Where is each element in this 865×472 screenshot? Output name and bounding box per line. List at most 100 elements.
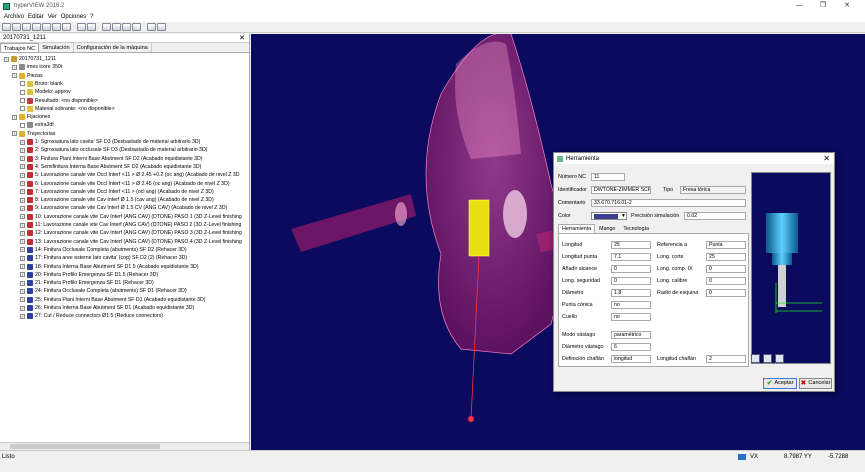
tree-item[interactable]: + imes icore 350i (12, 63, 62, 71)
menu-editar[interactable]: Editar (28, 14, 44, 20)
close-button[interactable]: ✕ (835, 0, 859, 12)
rotate-icon[interactable] (122, 23, 131, 31)
numero-nc-field[interactable]: 11 (591, 173, 625, 181)
tree-item[interactable]: Bruto: blank (20, 80, 63, 88)
long-calibre-field[interactable]: 0 (706, 277, 746, 285)
save-icon[interactable] (22, 23, 31, 31)
tree-item[interactable]: +27: Cut / Reduce connectors Ø1.5 (Reduc… (20, 312, 163, 320)
tree-item[interactable]: +2: Sgrossatura lato occlusale SF D3 (De… (20, 146, 207, 154)
panel-close-icon[interactable]: ✕ (239, 34, 245, 43)
undo-icon[interactable] (77, 23, 86, 31)
cuello-field[interactable]: no (611, 313, 651, 321)
expand-icon[interactable]: + (20, 197, 25, 203)
tipo-field[interactable]: Fresa tórica (680, 186, 746, 194)
precision-field[interactable]: 0.02 (684, 212, 746, 220)
tree-item[interactable]: Material sobrante: <no disponible> (20, 105, 115, 113)
tree-item[interactable]: +20: Finitura Profilo Emergenza SF D1.5 … (20, 271, 158, 279)
diametro-vastago-field[interactable]: 6 (611, 343, 651, 351)
view-icon[interactable] (102, 23, 111, 31)
tree-item[interactable]: +13: Lavorazione canale vite Cav Interf … (20, 238, 242, 246)
paste-icon[interactable] (62, 23, 71, 31)
expand-icon[interactable]: + (20, 172, 25, 178)
expand-icon[interactable]: + (12, 64, 17, 70)
expand-icon[interactable]: + (20, 147, 25, 153)
fit-icon[interactable] (132, 23, 141, 31)
expand-icon[interactable]: + (20, 264, 25, 269)
tree-item[interactable]: +20170731_1211 (4, 55, 56, 63)
expand-icon[interactable]: + (20, 288, 25, 294)
definicion-chaflan-field[interactable]: longitud (611, 355, 651, 363)
diametro-field[interactable]: 1.8 (611, 289, 651, 297)
expand-icon[interactable]: + (20, 222, 25, 228)
expand-icon[interactable]: + (20, 164, 25, 170)
cut-icon[interactable] (42, 23, 51, 31)
expand-icon[interactable]: + (20, 313, 25, 319)
tree-item[interactable]: +21: Finitura Profilo Emergenza SF D1 (R… (20, 279, 154, 287)
expand-icon[interactable]: + (20, 189, 25, 195)
tree-item[interactable]: +3: Finitura Piani Interni Base Abutment… (20, 155, 203, 163)
referencia-field[interactable]: Punta (706, 241, 746, 249)
tree-item[interactable]: +7: Lavorazione canale vite Occl Interf … (20, 188, 214, 196)
tab-trabajos-nc[interactable]: Trabajos NC (0, 43, 40, 52)
preview-help-icon[interactable] (751, 354, 760, 363)
expand-icon[interactable]: + (20, 247, 25, 253)
tree-item[interactable]: +26: Finitura Interna Base Abutment SF D… (20, 304, 194, 312)
expand-icon[interactable]: + (20, 255, 25, 261)
tree-item[interactable]: +24: Finitura Occlusale Completa (abutme… (20, 287, 187, 295)
longitud-chaflan-field[interactable]: 2 (706, 355, 746, 363)
accept-button[interactable]: ✔ Aceptar (763, 378, 797, 389)
expand-icon[interactable] (20, 89, 25, 95)
longitud-punta-field[interactable]: 7.1 (611, 253, 651, 261)
tree-item[interactable]: +11: Lavorazione canale vite Cav Interf … (20, 221, 241, 229)
expand-icon[interactable]: + (20, 305, 25, 311)
tree-item[interactable]: +18: Finitura Interna Base Abutment SF D… (20, 263, 199, 271)
tree-item[interactable]: +14: Finitura Occlusale Completa (abutme… (20, 246, 187, 254)
expand-icon[interactable]: + (20, 239, 25, 245)
expand-icon[interactable] (20, 98, 25, 103)
comentario-field[interactable]: 33.670.716.01-2 (591, 199, 746, 207)
preview-view-icon[interactable] (763, 354, 772, 363)
line-icon[interactable] (157, 23, 166, 31)
measure-icon[interactable] (147, 23, 156, 31)
long-seguridad-field[interactable]: 0 (611, 277, 651, 285)
tree-item[interactable]: + Trayectorias (12, 130, 55, 138)
tree-item[interactable]: Resultado: <no disponible> (20, 97, 98, 105)
menu-archivo[interactable]: Archivo (4, 14, 24, 20)
tree-item[interactable]: + Fijaciones (12, 113, 50, 121)
tab-simulacion[interactable]: Simulación (39, 43, 74, 52)
tree-item[interactable]: +6: Lavorazione canale vite Occl Interf … (20, 180, 230, 188)
tree-item[interactable]: + Piezas (12, 72, 43, 80)
tree-item[interactable]: +12: Lavorazione canale vite Cav Interf … (20, 229, 242, 237)
tab-tecnologia[interactable]: Tecnología (619, 224, 653, 233)
dialog-close-icon[interactable]: ✕ (823, 153, 830, 164)
expand-icon[interactable] (20, 106, 25, 112)
menu-help[interactable]: ? (90, 14, 93, 20)
modo-vastago-field[interactable]: paramétrico (611, 331, 651, 339)
tree-item[interactable]: +4: Semifinitura Interna Base Abutment S… (20, 163, 201, 171)
minimize-button[interactable]: — (787, 0, 811, 12)
radio-esquina-field[interactable]: 0 (706, 289, 746, 297)
horizontal-scrollbar[interactable] (0, 442, 249, 450)
expand-icon[interactable]: + (20, 156, 25, 162)
color-picker[interactable]: ▼ (591, 212, 627, 220)
menu-ver[interactable]: Ver (48, 14, 57, 20)
expand-icon[interactable]: + (20, 205, 25, 211)
longitud-field[interactable]: 25 (611, 241, 651, 249)
preview-zoom-icon[interactable] (775, 354, 784, 363)
menu-opciones[interactable]: Opciones (61, 14, 86, 20)
tree-item[interactable]: +1: Sgrossatura lato cavita' SF D3 (Desb… (20, 138, 200, 146)
expand-icon[interactable] (20, 81, 25, 87)
maximize-button[interactable]: ❐ (811, 0, 835, 12)
expand-icon[interactable]: + (20, 272, 25, 278)
expand-icon[interactable]: + (20, 297, 25, 303)
tree-item[interactable]: +9: Lavorazione canale vite Cav Interf Ø… (20, 204, 227, 212)
print-icon[interactable] (32, 23, 41, 31)
cancel-button[interactable]: ✖ Cancelar (799, 378, 832, 389)
tab-mango[interactable]: Mango (595, 224, 619, 233)
long-corte-field[interactable]: 25 (706, 253, 746, 261)
tree-item[interactable]: +10: Lavorazione canale vite Cav Interf … (20, 213, 242, 221)
expand-icon[interactable]: + (20, 181, 25, 186)
punta-conica-field[interactable]: no (611, 301, 651, 309)
expand-icon[interactable]: + (20, 230, 25, 236)
long-comp-field[interactable]: 0 (706, 265, 746, 273)
